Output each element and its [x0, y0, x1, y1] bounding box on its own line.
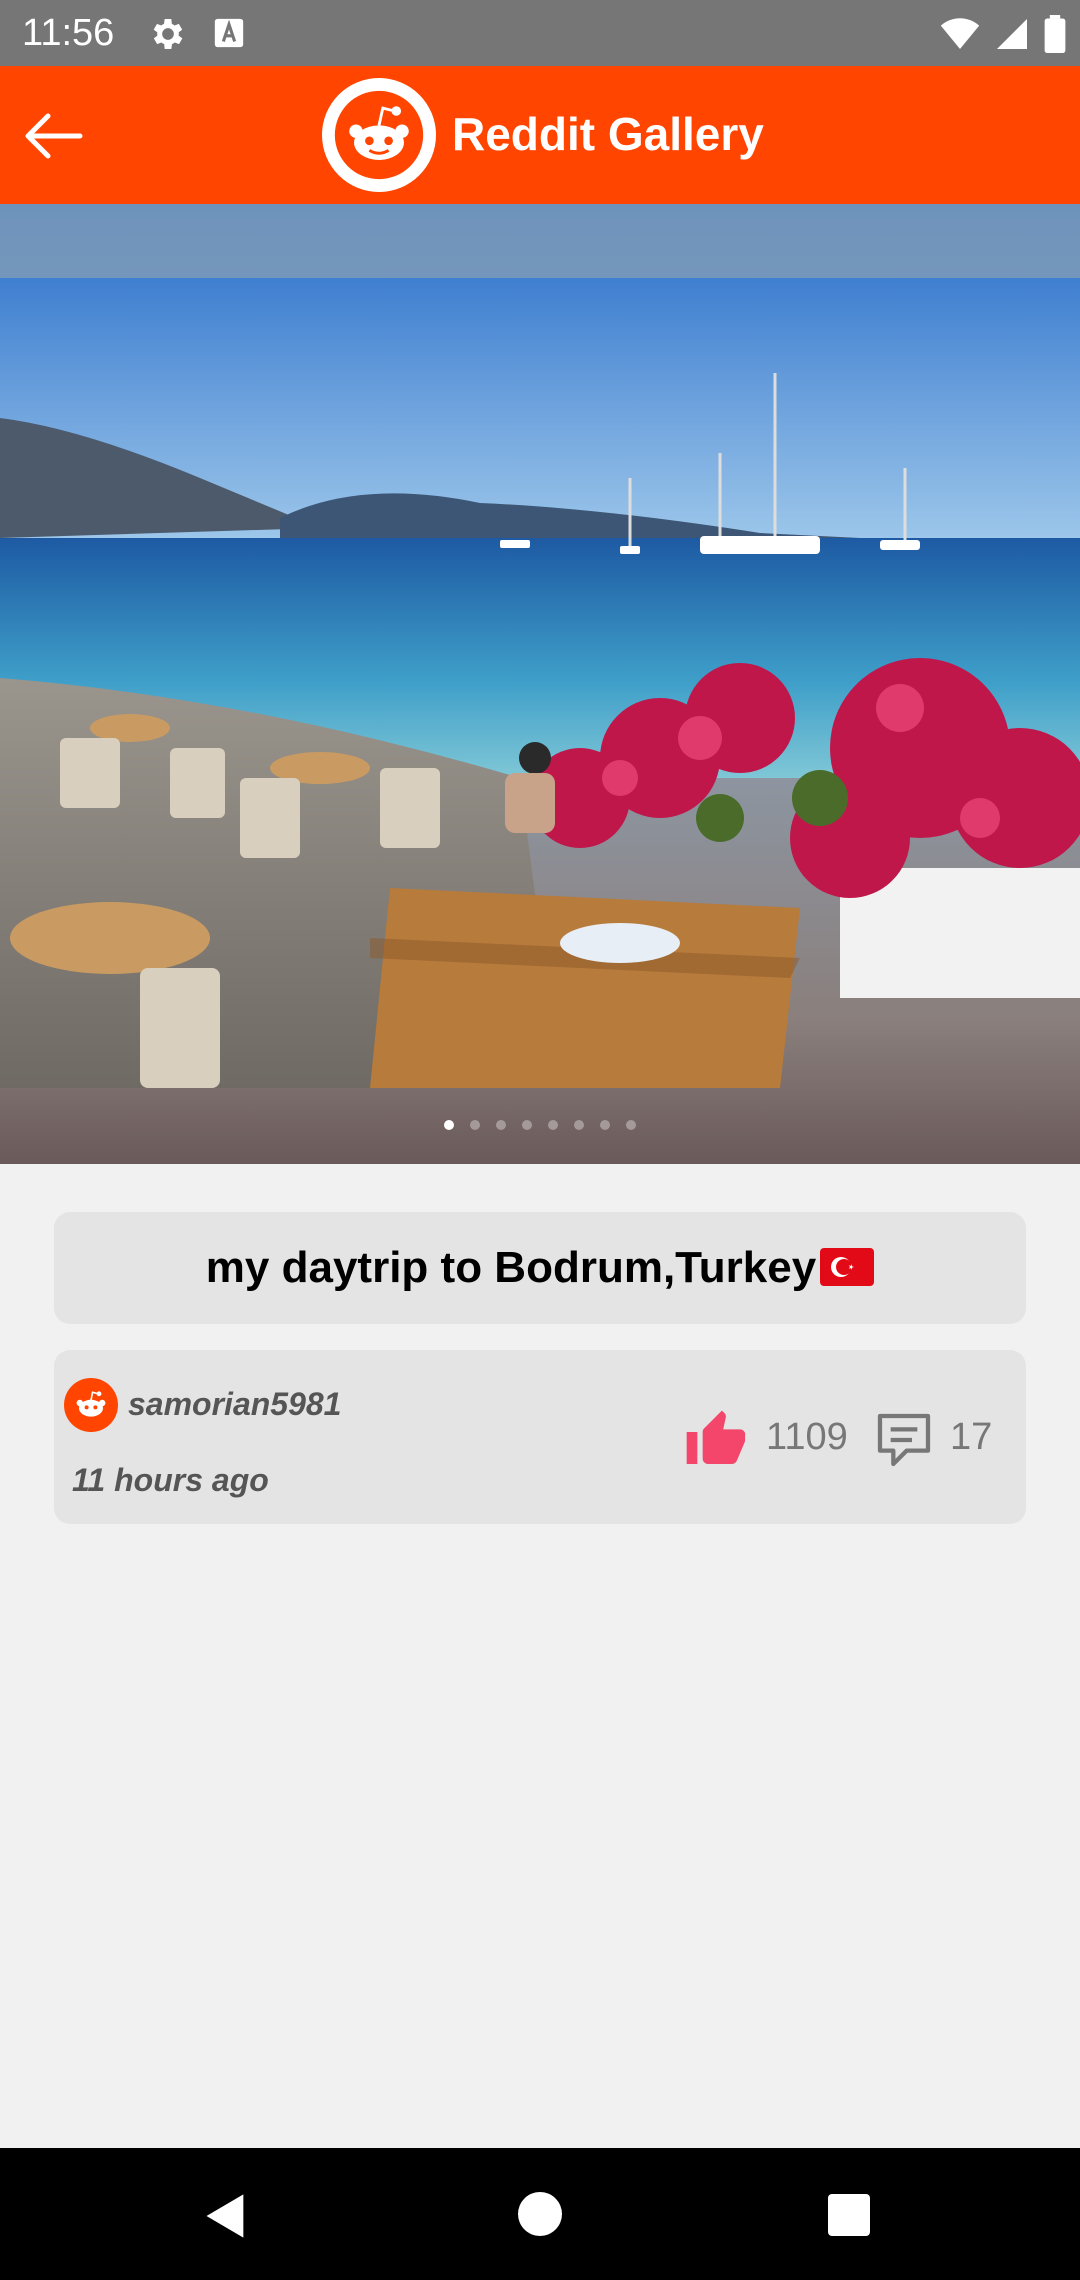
- post-meta-card: samorian5981 11 hours ago 1109 17: [54, 1350, 1026, 1524]
- post-title-card: my daytrip to Bodrum,Turkey: [54, 1212, 1026, 1324]
- status-bar: 11:56: [0, 0, 1080, 66]
- battery-icon: [1044, 15, 1066, 53]
- image-gallery[interactable]: [0, 204, 1080, 1164]
- font-icon: [214, 18, 244, 48]
- page-dot[interactable]: [600, 1120, 610, 1130]
- page-dot[interactable]: [548, 1120, 558, 1130]
- back-arrow-icon[interactable]: [18, 106, 90, 166]
- page-dot[interactable]: [496, 1120, 506, 1130]
- wifi-icon: [940, 18, 980, 49]
- upvote-count: 1109: [766, 1416, 848, 1458]
- page-dot[interactable]: [574, 1120, 584, 1130]
- reddit-logo-icon: [322, 78, 436, 192]
- post-time: 11 hours ago: [72, 1462, 269, 1498]
- author-avatar[interactable]: [64, 1378, 118, 1432]
- page-dot[interactable]: [444, 1120, 454, 1130]
- nav-recents-icon[interactable]: [828, 2194, 870, 2236]
- settings-icon: [153, 19, 183, 49]
- nav-home-icon[interactable]: [518, 2192, 562, 2236]
- comment-count: 17: [950, 1416, 993, 1458]
- post-title: my daytrip to Bodrum,Turkey: [205, 1243, 875, 1293]
- page-dot[interactable]: [626, 1120, 636, 1130]
- turkey-flag-icon: [820, 1248, 875, 1286]
- post-title-text: my daytrip to Bodrum,Turkey: [205, 1243, 817, 1292]
- system-nav-bar: [0, 2148, 1080, 2280]
- gallery-page-indicator: [0, 1120, 1080, 1130]
- author-username[interactable]: samorian5981: [128, 1386, 341, 1423]
- page-dot[interactable]: [470, 1120, 480, 1130]
- status-time: 11:56: [22, 12, 115, 54]
- nav-back-icon[interactable]: [200, 2190, 252, 2242]
- app-title: Reddit Gallery: [452, 108, 764, 160]
- gallery-photo[interactable]: [0, 278, 1080, 1088]
- thumbs-up-icon[interactable]: [684, 1408, 748, 1472]
- signal-icon: [997, 19, 1027, 49]
- page-dot[interactable]: [522, 1120, 532, 1130]
- app-bar: Reddit Gallery: [0, 66, 1080, 204]
- comment-icon[interactable]: [872, 1408, 936, 1472]
